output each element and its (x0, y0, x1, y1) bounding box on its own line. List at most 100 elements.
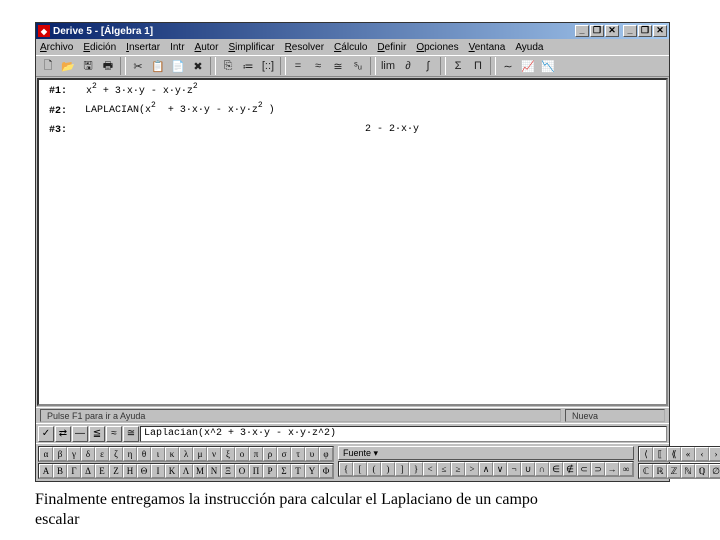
app-maximize-button[interactable]: ❐ (638, 25, 652, 37)
symbol-button[interactable]: ν (207, 447, 221, 461)
toolbar-button[interactable]: ≔ (238, 57, 258, 75)
symbol-button[interactable]: Ι (151, 464, 165, 478)
symbol-button[interactable]: < (423, 462, 437, 476)
symbol-button[interactable]: ¬ (507, 462, 521, 476)
symbol-button[interactable]: ∈ (549, 462, 563, 476)
symbol-button[interactable]: Β (53, 464, 67, 478)
toolbar-button[interactable]: 📂 (58, 57, 78, 75)
input-mode-button[interactable]: ✓ (38, 426, 54, 442)
toolbar-button[interactable]: ⎘ (218, 57, 238, 75)
toolbar-button[interactable]: lim (378, 57, 398, 75)
symbol-button[interactable]: Γ (67, 464, 81, 478)
symbol-button[interactable]: ⟦ (653, 447, 667, 461)
toolbar-button[interactable]: ˢᵤ (348, 57, 368, 75)
symbol-button[interactable]: ξ (221, 447, 235, 461)
expression-2[interactable]: #2: LAPLACIAN(x2 + 3·x·y - x·y·z2 ) (49, 106, 656, 117)
symbol-button[interactable]: Ν (207, 464, 221, 478)
symbol-button[interactable]: Π (249, 464, 263, 478)
symbol-button[interactable]: ⊂ (577, 462, 591, 476)
menu-item[interactable]: Simplificar (228, 42, 274, 53)
input-mode-button[interactable]: — (72, 426, 88, 442)
symbol-button[interactable]: [ (353, 462, 367, 476)
symbol-button[interactable]: Λ (179, 464, 193, 478)
symbol-button[interactable]: ι (151, 447, 165, 461)
symbol-button[interactable]: σ (277, 447, 291, 461)
symbol-button[interactable]: ⟨ (639, 447, 653, 461)
toolbar-button[interactable]: ✖ (188, 57, 208, 75)
symbol-button[interactable]: ℝ (653, 464, 667, 478)
menu-item[interactable]: Resolver (285, 42, 324, 53)
symbol-button[interactable]: → (605, 462, 619, 476)
doc-close-button[interactable]: ✕ (605, 25, 619, 37)
symbol-button[interactable]: ∞ (619, 462, 633, 476)
toolbar-button[interactable]: 📄 (168, 57, 188, 75)
symbol-button[interactable]: ≤ (437, 462, 451, 476)
symbol-button[interactable]: Φ (319, 464, 333, 478)
symbol-button[interactable]: Τ (291, 464, 305, 478)
toolbar-button[interactable]: Σ (448, 57, 468, 75)
symbol-button[interactable]: τ (291, 447, 305, 461)
toolbar-button[interactable]: ≅ (328, 57, 348, 75)
symbol-button[interactable]: Μ (193, 464, 207, 478)
symbol-button[interactable]: λ (179, 447, 193, 461)
symbol-button[interactable]: π (249, 447, 263, 461)
symbol-button[interactable]: ο (235, 447, 249, 461)
toolbar-button[interactable]: ∼ (498, 57, 518, 75)
menu-item[interactable]: Definir (377, 42, 406, 53)
symbol-button[interactable]: δ (81, 447, 95, 461)
symbol-button[interactable]: ∨ (493, 462, 507, 476)
symbol-button[interactable]: ] (395, 462, 409, 476)
symbol-button[interactable]: β (53, 447, 67, 461)
symbol-button[interactable]: Κ (165, 464, 179, 478)
toolbar-button[interactable]: ∫ (418, 57, 438, 75)
symbol-button[interactable]: Η (123, 464, 137, 478)
symbol-button[interactable]: η (123, 447, 137, 461)
symbol-button[interactable]: Α (39, 464, 53, 478)
doc-minimize-button[interactable]: _ (575, 25, 589, 37)
toolbar-button[interactable]: = (288, 57, 308, 75)
symbol-button[interactable]: « (681, 447, 695, 461)
menu-item[interactable]: Ayuda (515, 42, 543, 53)
symbol-button[interactable]: Ε (95, 464, 109, 478)
toolbar-button[interactable]: 📉 (538, 57, 558, 75)
toolbar-button[interactable]: 📋 (148, 57, 168, 75)
toolbar-button[interactable]: ✂ (128, 57, 148, 75)
symbol-button[interactable]: } (409, 462, 423, 476)
symbol-button[interactable]: ∪ (521, 462, 535, 476)
symbol-button[interactable]: ℕ (681, 464, 695, 478)
menu-item[interactable]: Ventana (469, 42, 506, 53)
toolbar-button[interactable]: 🗋 (38, 57, 58, 75)
menu-item[interactable]: Insertar (126, 42, 160, 53)
input-mode-button[interactable]: ≅ (123, 426, 139, 442)
command-input[interactable] (140, 426, 667, 442)
symbol-button[interactable]: ∅ (709, 464, 720, 478)
symbol-button[interactable]: Ο (235, 464, 249, 478)
symbol-button[interactable]: ) (381, 462, 395, 476)
symbol-button[interactable]: > (465, 462, 479, 476)
expression-3[interactable]: #3: 2 - 2·x·y (49, 125, 656, 136)
menu-item[interactable]: Intr (170, 42, 184, 53)
symbol-button[interactable]: ℤ (667, 464, 681, 478)
symbol-button[interactable]: ⊃ (591, 462, 605, 476)
symbol-button[interactable]: ρ (263, 447, 277, 461)
input-mode-button[interactable]: ≦ (89, 426, 105, 442)
doc-restore-button[interactable]: ❐ (590, 25, 604, 37)
menu-item[interactable]: Cálculo (334, 42, 367, 53)
menu-item[interactable]: Opciones (416, 42, 458, 53)
symbol-button[interactable]: φ (319, 447, 333, 461)
symbol-button[interactable]: υ (305, 447, 319, 461)
symbol-button[interactable]: { (339, 462, 353, 476)
symbol-button[interactable]: θ (137, 447, 151, 461)
symbol-button[interactable]: ‹ (695, 447, 709, 461)
menu-item[interactable]: Autor (195, 42, 219, 53)
expression-1[interactable]: #1: x2x + 3·x·y - x·y·z + 3·x·y - x·y·z2 (49, 86, 656, 98)
symbol-button[interactable]: ε (95, 447, 109, 461)
symbol-button[interactable]: ∧ (479, 462, 493, 476)
symbol-button[interactable]: Ρ (263, 464, 277, 478)
input-mode-button[interactable]: ⇄ (55, 426, 71, 442)
symbol-button[interactable]: ℚ (695, 464, 709, 478)
toolbar-button[interactable]: ∂ (398, 57, 418, 75)
symbol-button[interactable]: ≥ (451, 462, 465, 476)
toolbar-button[interactable]: 🖶 (98, 57, 118, 75)
symbol-button[interactable]: Υ (305, 464, 319, 478)
